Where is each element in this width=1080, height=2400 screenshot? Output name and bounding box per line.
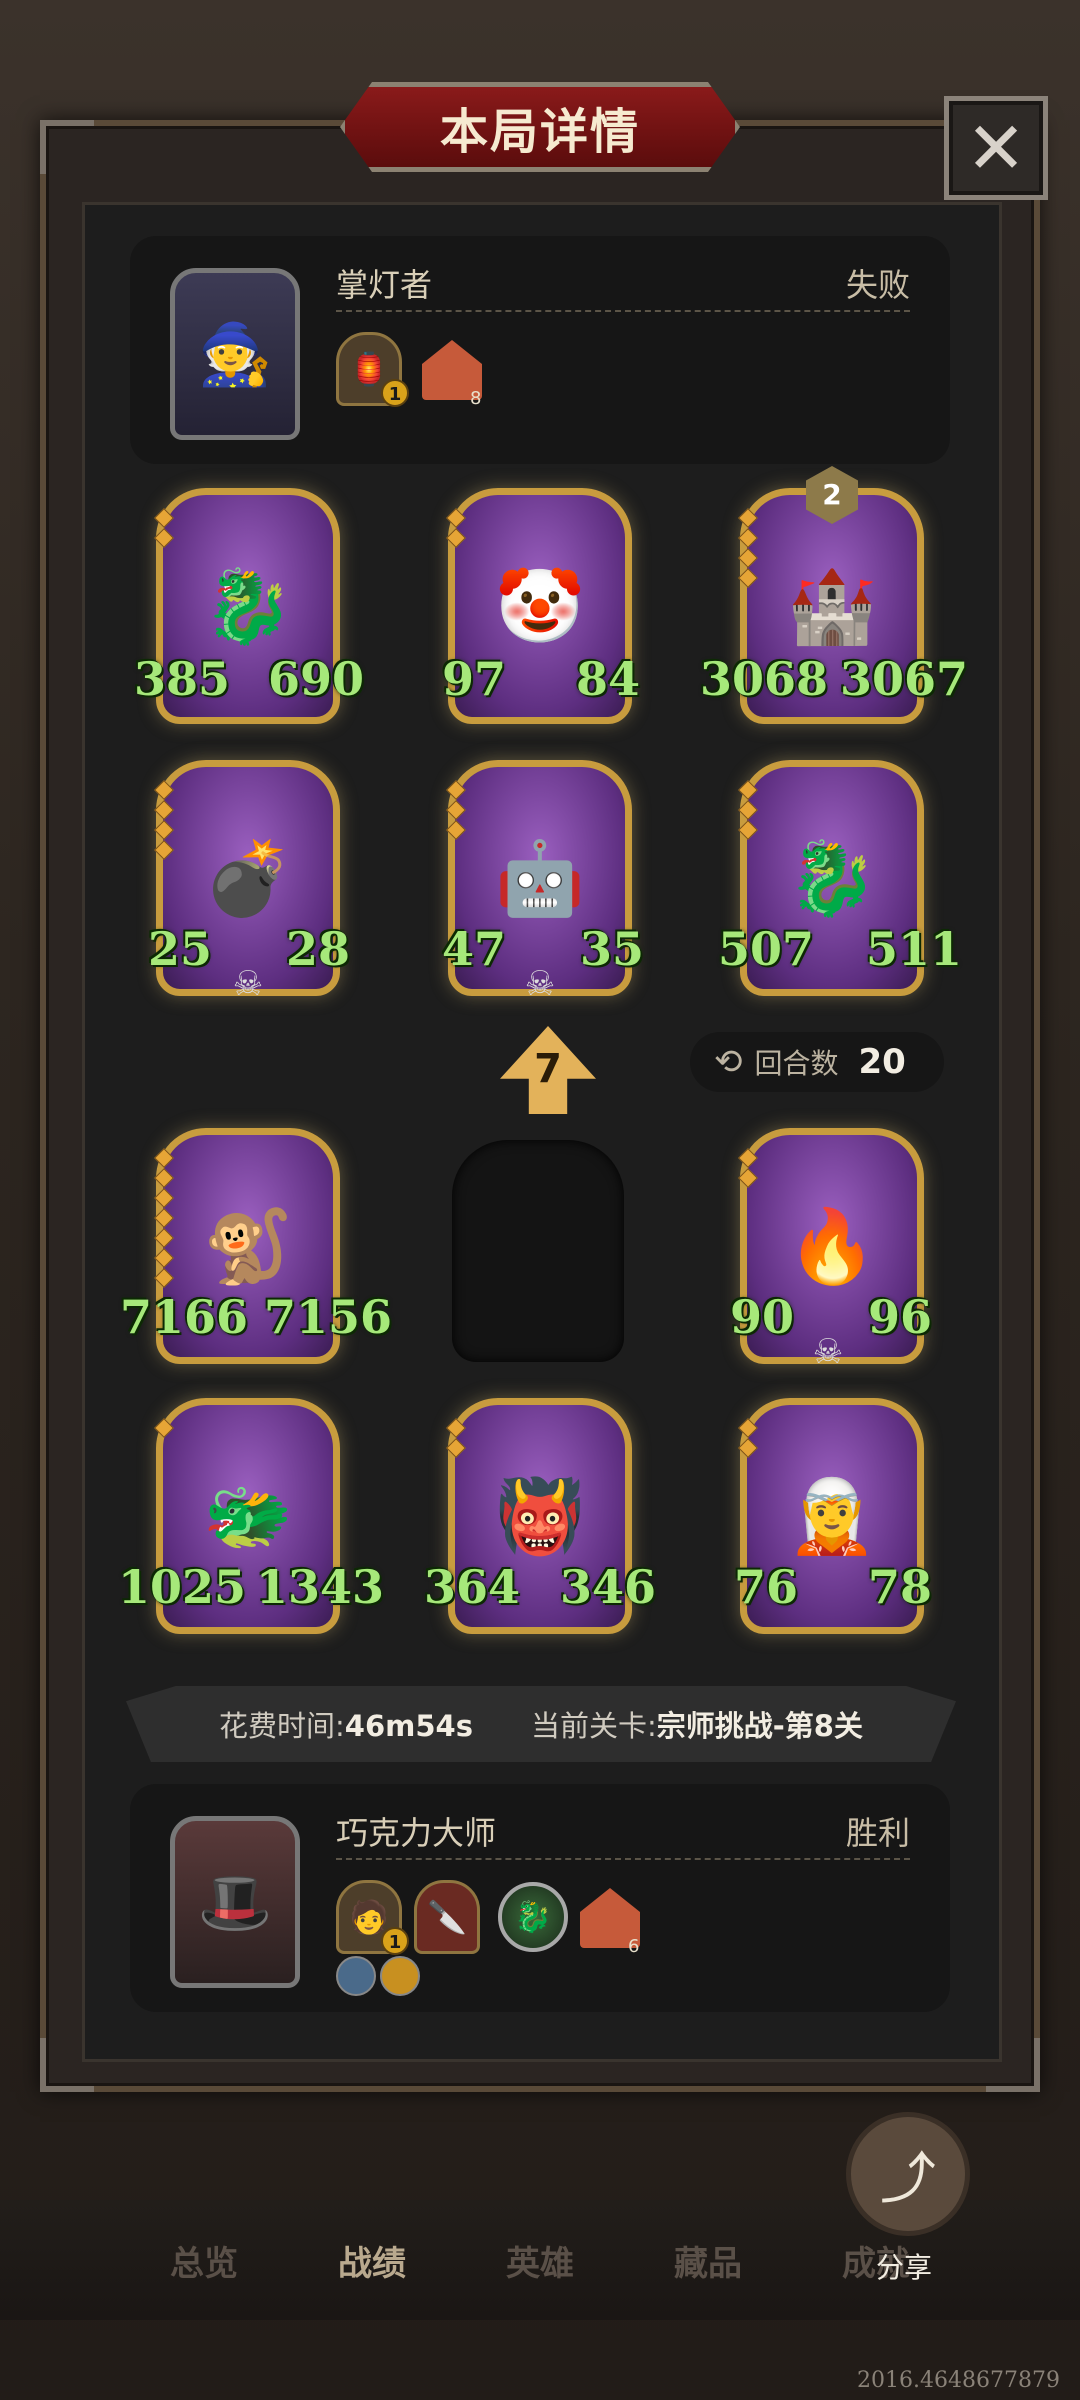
time-spent: 花费时间:46m54s [219,1703,473,1745]
lantern-icon[interactable]: 🏮 1 [336,332,409,407]
tavern-level: 7 [534,1046,562,1092]
unit-attack: 25 [148,922,213,976]
unit-attack: 507 [718,922,815,976]
stage-value: 宗师挑战-第8关 [656,1709,863,1743]
rounds-value: 20 [858,1042,906,1082]
hero-icon[interactable]: 🧑 1 [336,1880,409,1955]
version-text: 2016.4648677879 [857,2368,1060,2393]
close-button[interactable]: ✕ [944,96,1048,200]
jade-dragon-icon[interactable]: 🐉 [498,1882,568,1952]
nav-heroes[interactable]: 英雄 [506,2236,574,2285]
unit-health: 78 [868,1560,933,1614]
rounds-label: 回合数 [754,1047,839,1080]
skill-icon[interactable] [336,1956,376,1996]
empty-slot [452,1140,624,1362]
unit-health: 346 [560,1560,657,1614]
nav-record[interactable]: 战绩 [338,2236,406,2285]
unit-health: 3067 [840,652,969,706]
opponent-avatar[interactable]: 🧙 [170,268,300,440]
house-count: 8 [470,388,482,409]
unit-health: 511 [866,922,963,976]
unit-attack: 76 [734,1560,799,1614]
unit-health: 96 [868,1290,933,1344]
stage-label: 当前关卡: [530,1709,657,1743]
frame-corner [986,2038,1040,2092]
frame-corner [40,2038,94,2092]
opponent-card: 🧙 掌灯者 失败 🏮 1 8 [130,236,950,464]
unit-health: 690 [268,652,365,706]
unit-health: 35 [580,922,645,976]
divider [336,310,910,312]
unit-attack: 3068 [700,652,829,706]
skull-icon: ☠ [524,964,556,1004]
share-button[interactable]: ⤴ [846,2112,970,2236]
match-info-ribbon: 花费时间:46m54s 当前关卡:宗师挑战-第8关 [126,1686,956,1762]
time-value: 46m54s [344,1709,473,1743]
unit-health: 28 [286,922,351,976]
frame-corner [40,120,94,174]
time-label: 花费时间: [219,1709,345,1743]
player-name: 巧克力大师 [336,1814,497,1852]
unit-attack: 90 [730,1290,795,1344]
unit-attack: 47 [442,922,507,976]
knife-icon[interactable]: 🔪 [414,1880,480,1954]
unit-attack: 364 [424,1560,521,1614]
opponent-result: 失败 [845,266,910,304]
player-result: 胜利 [845,1814,910,1852]
unit-health: 7156 [264,1290,393,1344]
rounds-pill: ⟲ 回合数 20 [690,1032,944,1092]
refresh-icon: ⟲ [714,1042,743,1082]
player-avatar[interactable]: 🎩 [170,1816,300,1988]
unit-health: 1343 [256,1560,385,1614]
share-label: 分享 [876,2251,933,2284]
skull-icon: ☠ [232,964,264,1004]
unit-attack: 385 [134,652,231,706]
page-title: 本局详情 [439,104,640,160]
skill-icon[interactable] [380,1956,420,1996]
skull-icon: ☠ [812,1332,844,1372]
unit-attack: 7166 [120,1290,249,1344]
player-card: 🎩 巧克力大师 胜利 🧑 1 🔪 🐉 6 [130,1784,950,2012]
title-banner: 本局详情 [340,82,740,172]
opponent-name: 掌灯者 [336,266,433,304]
unit-health: 84 [576,652,641,706]
share-icon: ⤴ [880,2146,936,2212]
divider [336,1858,910,1860]
item-level-badge: 1 [381,379,409,407]
unit-attack: 1025 [118,1560,247,1614]
item-level-badge: 1 [381,1927,409,1955]
unit-attack: 97 [442,652,507,706]
close-icon: ✕ [965,106,1027,190]
nav-overview[interactable]: 总览 [170,2236,238,2285]
current-stage: 当前关卡:宗师挑战-第8关 [531,1703,863,1745]
nav-collection[interactable]: 藏品 [674,2236,742,2285]
house-count: 6 [628,1936,640,1957]
